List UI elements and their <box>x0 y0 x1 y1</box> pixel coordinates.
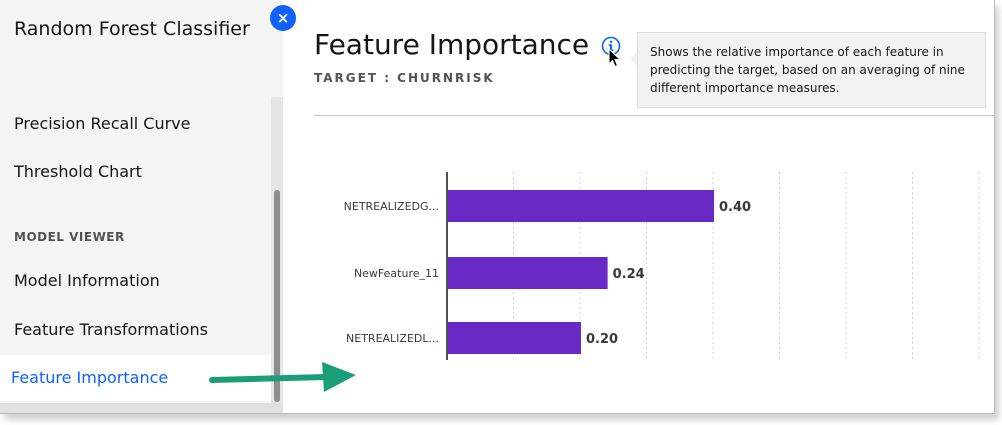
annotation-arrow <box>209 362 356 392</box>
cursor-icon <box>608 48 622 68</box>
close-icon: × <box>276 9 290 27</box>
sidebar-item-precision-recall-curve[interactable]: Precision Recall Curve <box>14 114 191 133</box>
category-label: NETREALIZEDG... <box>344 200 439 213</box>
sidebar-bottom-bar <box>0 403 283 413</box>
value-label: 0.40 <box>719 200 751 215</box>
sidebar-item-label: Feature Importance <box>11 368 169 387</box>
bar[interactable] <box>448 322 581 354</box>
value-label: 0.20 <box>586 332 618 347</box>
close-button[interactable]: × <box>270 5 296 31</box>
bar[interactable] <box>448 190 714 222</box>
tooltip-text: Shows the relative importance of each fe… <box>650 45 965 95</box>
category-label: NewFeature_11 <box>354 267 439 280</box>
value-label: 0.24 <box>613 267 645 282</box>
sidebar-item-model-information[interactable]: Model Information <box>14 271 160 290</box>
feature-importance-chart: NETREALIZEDG... 0.40 NewFeature_11 0.24 NETR… <box>344 172 980 360</box>
sidebar-item-threshold-chart[interactable]: Threshold Chart <box>14 162 142 181</box>
sidebar-section-model-viewer: MODEL VIEWER <box>14 230 125 244</box>
sidebar-title: Random Forest Classifier <box>14 18 250 40</box>
header-divider <box>314 115 994 116</box>
sidebar-item-feature-transformations[interactable]: Feature Transformations <box>14 320 208 339</box>
page-title: Feature Importance <box>314 28 590 61</box>
sidebar: Random Forest Classifier Precision Recal… <box>0 0 283 413</box>
info-tooltip: Shows the relative importance of each fe… <box>637 32 986 108</box>
category-label: NETREALIZEDL... <box>346 332 439 345</box>
target-label: TARGET : CHURNRISK <box>314 71 495 85</box>
bar[interactable] <box>448 257 608 289</box>
app-window: Random Forest Classifier Precision Recal… <box>0 0 995 414</box>
